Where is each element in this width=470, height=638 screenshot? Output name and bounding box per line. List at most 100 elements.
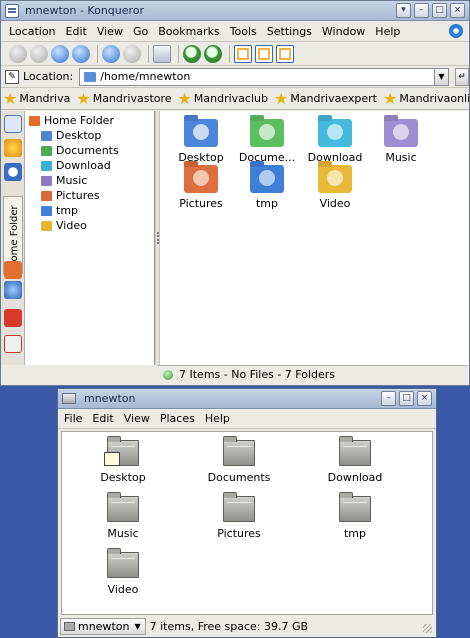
bookmark-mandrivaclub[interactable]: ★ Mandrivaclub	[178, 90, 268, 107]
konqueror-window: mnewton - Konqueror ▾ – □ × Location Edi…	[0, 0, 470, 386]
tree-item-video[interactable]: Video	[29, 218, 154, 233]
resize-grip[interactable]	[423, 624, 432, 633]
zoom-in-icon[interactable]	[183, 44, 201, 63]
splitter-grip	[156, 232, 159, 244]
tree-label: tmp	[56, 204, 79, 217]
bookmark-mandriva[interactable]: ★ Mandriva	[3, 88, 70, 108]
menu-settings[interactable]: Settings	[267, 25, 312, 38]
pictures-folder-icon	[184, 165, 218, 193]
folder-item-desktop[interactable]: Desktop	[168, 119, 234, 164]
folder-item-desktop[interactable]: Desktop	[78, 436, 168, 484]
bookmark-toolbar: ★ Mandriva ★ Mandrivastore ★ Mandrivaclub ★…	[1, 88, 469, 110]
location-dropdown[interactable]: mnewton ▼	[60, 617, 146, 635]
menu-places[interactable]: Places	[160, 412, 195, 425]
folder-item-documents[interactable]: Documents	[194, 436, 284, 484]
menu-tools[interactable]: Tools	[230, 25, 257, 38]
folder-item-documents[interactable]: Docume...	[234, 119, 300, 164]
back-icon[interactable]	[9, 44, 27, 63]
history-clock-icon[interactable]	[4, 163, 22, 181]
menu-edit[interactable]: Edit	[92, 412, 113, 425]
folder-label: Video	[319, 197, 351, 210]
clear-location-icon[interactable]: ✎	[5, 69, 19, 84]
detail-view-icon[interactable]	[255, 44, 273, 63]
home-tab-icon[interactable]	[4, 261, 22, 279]
location-history-dropdown[interactable]: ▼	[435, 67, 449, 86]
star-icon: ★	[76, 88, 91, 108]
star-icon: ★	[3, 88, 18, 108]
tree-item-pictures[interactable]: Pictures	[29, 188, 154, 203]
folder-item-music[interactable]: Music	[368, 119, 434, 164]
shade-button[interactable]: ▾	[396, 3, 411, 18]
bookmark-mandrivastore[interactable]: ★ Mandrivastore	[76, 88, 171, 108]
menu-bookmarks[interactable]: Bookmarks	[158, 25, 219, 38]
konqueror-titlebar[interactable]: mnewton - Konqueror ▾ – □ ×	[1, 1, 469, 21]
maximize-button[interactable]: □	[432, 3, 447, 18]
bookmark-label: Mandrivaonline	[399, 92, 469, 105]
video-folder-icon	[318, 165, 352, 193]
zoom-out-icon[interactable]	[204, 44, 222, 63]
close-button[interactable]: ×	[417, 391, 432, 406]
tree-item-tmp[interactable]: tmp	[29, 203, 154, 218]
chevron-down-icon: ▼	[134, 621, 141, 631]
desktop-folder-icon	[184, 119, 218, 147]
bookmark-mandrivaexpert[interactable]: ★ Mandrivaexpert	[274, 90, 377, 107]
tree-item-desktop[interactable]: Desktop	[29, 128, 154, 143]
icon-view-icon[interactable]	[234, 44, 252, 63]
menu-location[interactable]: Location	[9, 25, 56, 38]
folder-item-pictures[interactable]: Pictures	[194, 492, 284, 540]
minimize-button[interactable]: –	[414, 3, 429, 18]
sidebar-tab-label: Home Folder	[9, 205, 20, 269]
tree-item-music[interactable]: Music	[29, 173, 154, 188]
print-icon[interactable]	[153, 44, 171, 63]
folder-item-tmp[interactable]: tmp	[310, 492, 400, 540]
tree-label: Documents	[56, 144, 119, 157]
menu-go[interactable]: Go	[133, 25, 148, 38]
folder-item-pictures[interactable]: Pictures	[168, 165, 234, 210]
folder-item-download[interactable]: Download	[302, 119, 368, 164]
root-tab-icon[interactable]	[4, 335, 22, 353]
services-tab-icon[interactable]	[4, 309, 22, 327]
sidebar-config-icon[interactable]	[4, 115, 22, 133]
network-tab-icon[interactable]	[4, 281, 22, 299]
go-button[interactable]: ↵	[455, 67, 469, 86]
bookmarks-star-icon[interactable]	[4, 139, 22, 157]
nautilus-titlebar[interactable]: mnewton – □ ×	[58, 389, 436, 409]
location-value[interactable]: /home/mnewton	[100, 70, 190, 83]
tree-item-documents[interactable]: Documents	[29, 143, 154, 158]
desktop-emblem-icon	[104, 452, 120, 466]
tree-label: Video	[56, 219, 87, 232]
menu-help[interactable]: Help	[205, 412, 230, 425]
home-icon[interactable]	[72, 44, 90, 63]
menu-file[interactable]: File	[64, 412, 82, 425]
menu-view[interactable]: View	[97, 25, 123, 38]
location-field[interactable]: /home/mnewton	[79, 67, 436, 86]
forward-icon[interactable]	[30, 44, 48, 63]
folder-item-tmp[interactable]: tmp	[234, 165, 300, 210]
tree-item-download[interactable]: Download	[29, 158, 154, 173]
menu-window[interactable]: Window	[322, 25, 365, 38]
reload-icon[interactable]	[102, 44, 120, 63]
folder-item-music[interactable]: Music	[78, 492, 168, 540]
stop-icon[interactable]	[123, 44, 141, 63]
konqueror-app-icon[interactable]	[5, 3, 19, 18]
tree-root-home[interactable]: Home Folder	[29, 113, 154, 128]
nautilus-app-icon[interactable]	[62, 393, 76, 404]
maximize-button[interactable]: □	[399, 391, 414, 406]
menu-view[interactable]: View	[124, 412, 150, 425]
folder-item-download[interactable]: Download	[310, 436, 400, 484]
toolbar-separator	[148, 44, 149, 63]
minimize-button[interactable]: –	[381, 391, 396, 406]
menu-help[interactable]: Help	[375, 25, 400, 38]
folder-label: Pictures	[217, 527, 261, 540]
bookmark-mandrivaonline[interactable]: ★Mandrivaonline	[383, 90, 469, 107]
up-icon[interactable]	[51, 44, 69, 63]
folder-label: tmp	[343, 527, 366, 540]
preview-icon[interactable]	[276, 44, 294, 63]
close-button[interactable]: ×	[450, 3, 465, 18]
documents-folder-icon	[223, 436, 255, 466]
menu-edit[interactable]: Edit	[66, 25, 87, 38]
folder-item-video[interactable]: Video	[302, 165, 368, 210]
location-label: mnewton	[78, 619, 130, 633]
tree-label: Desktop	[56, 129, 102, 142]
folder-item-video[interactable]: Video	[78, 548, 168, 596]
